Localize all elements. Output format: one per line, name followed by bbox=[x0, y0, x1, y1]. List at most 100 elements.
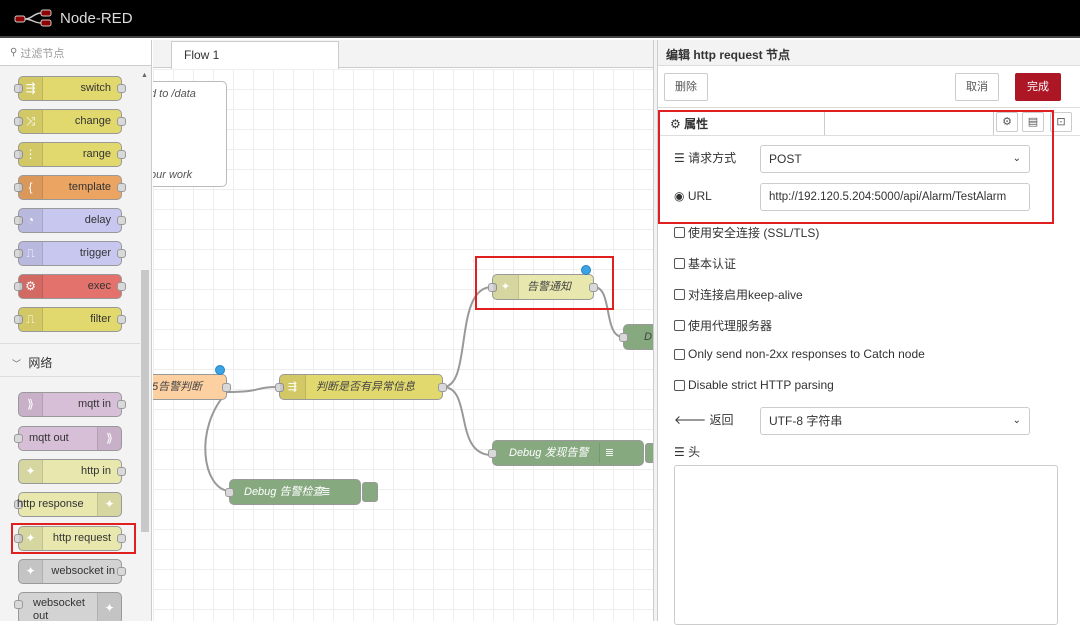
palette-node-websocket-out[interactable]: websocket out ✦ bbox=[14, 592, 122, 621]
template-icon: { bbox=[19, 176, 43, 199]
return-row: 🡐 返回 UTF-8 字符串 ⌄ bbox=[674, 407, 1054, 435]
output-port bbox=[117, 282, 126, 291]
method-label-text: 请求方式 bbox=[688, 151, 737, 165]
delay-icon: ◔ bbox=[19, 209, 43, 232]
palette-scrollbar[interactable]: ▲ bbox=[140, 70, 149, 618]
tab-label: 属性 bbox=[684, 117, 709, 131]
keepalive-checkbox[interactable]: 对连接启用keep-alive bbox=[674, 286, 803, 303]
output-port bbox=[117, 183, 126, 192]
changed-indicator bbox=[581, 265, 591, 275]
flow-canvas[interactable]: d to /data our work ✦ 告警通知 D 5告警判断 ⇶ 判断是… bbox=[153, 69, 653, 621]
return-label: 🡐 返回 bbox=[674, 407, 734, 433]
websocket-icon: ✦ bbox=[19, 560, 43, 583]
debug-toggle-button[interactable] bbox=[645, 443, 653, 463]
palette-node-range[interactable]: ⋮ range bbox=[14, 142, 126, 167]
palette-node-mqtt-in[interactable]: ⟫ mqtt in bbox=[18, 392, 126, 417]
palette-node-label: filter bbox=[90, 313, 111, 325]
flow-node-debug-partial[interactable]: D bbox=[619, 324, 653, 350]
headers-list[interactable] bbox=[674, 465, 1058, 625]
workspace-tabs: Flow 1 bbox=[153, 40, 653, 69]
url-label-text: URL bbox=[687, 189, 712, 203]
debug-list-icon: ≣ bbox=[321, 486, 331, 498]
palette-search[interactable]: ⚲ 过滤节点 bbox=[0, 40, 151, 66]
palette-node-template[interactable]: { template bbox=[14, 175, 126, 200]
checkbox-label: 对连接启用keep-alive bbox=[688, 288, 803, 302]
palette-node-exec[interactable]: ⚙ exec bbox=[14, 274, 126, 299]
checkbox-box[interactable] bbox=[674, 348, 685, 360]
checkbox-label: 使用安全连接 (SSL/TLS) bbox=[688, 226, 820, 240]
checkbox-box[interactable] bbox=[674, 227, 685, 238]
method-label: ☰ 请求方式 bbox=[674, 145, 736, 171]
properties-tab-bar: ⚙ 属性 ⚙ ▤ ⊡ bbox=[658, 108, 1080, 136]
changed-indicator bbox=[215, 365, 225, 375]
input-port bbox=[619, 333, 628, 342]
tab-flow-1[interactable]: Flow 1 bbox=[171, 41, 339, 69]
headers-label-text: 头 bbox=[688, 445, 701, 459]
palette-search-input[interactable]: 过滤节点 bbox=[20, 45, 64, 61]
tab-properties[interactable]: ⚙ 属性 bbox=[664, 108, 824, 136]
palette-node-label: http in bbox=[81, 465, 111, 477]
node-edit-dialog: 编辑 http request 节点 删除 取消 完成 ⚙ 属性 ⚙ ▤ ⊡ ☰… bbox=[658, 40, 1080, 625]
globe-icon: ✦ bbox=[19, 527, 43, 550]
wire bbox=[442, 286, 493, 388]
palette-category-network[interactable]: ﹀ 网络 bbox=[0, 343, 140, 377]
palette-node-http-response[interactable]: http response ✦ bbox=[14, 492, 122, 517]
palette-node-http-request[interactable]: ✦ http request bbox=[14, 526, 126, 551]
palette-node-mqtt-out[interactable]: mqtt out ⟫ bbox=[14, 426, 122, 451]
wires bbox=[204, 286, 624, 492]
scrollbar-thumb[interactable] bbox=[141, 270, 149, 532]
checkbox-label: 基本认证 bbox=[688, 257, 737, 271]
ssl-checkbox[interactable]: 使用安全连接 (SSL/TLS) bbox=[674, 224, 819, 241]
proxy-checkbox[interactable]: 使用代理服务器 bbox=[674, 317, 772, 334]
checkbox-box[interactable] bbox=[674, 258, 685, 269]
settings-gear-icon[interactable]: ⚙ bbox=[996, 112, 1018, 132]
palette-node-label: change bbox=[74, 115, 111, 127]
debug-toggle-button[interactable] bbox=[362, 482, 378, 502]
dialog-title: 编辑 http request 节点 bbox=[658, 40, 1080, 66]
category-label: 网络 bbox=[28, 356, 53, 370]
palette-node-change[interactable]: ⤨ change bbox=[14, 109, 126, 134]
basic-auth-checkbox[interactable]: 基本认证 bbox=[674, 255, 736, 272]
flow-node-switch[interactable]: ⇶ 判断是否有异常信息 bbox=[275, 374, 447, 400]
flow-node-debug-found[interactable]: Debug 发现告警 ≣ bbox=[488, 440, 653, 466]
output-port bbox=[117, 150, 126, 159]
flow-node-label: Debug 告警检查 bbox=[244, 486, 324, 498]
non2xx-checkbox[interactable]: Only send non-2xx responses to Catch nod… bbox=[674, 347, 925, 361]
scroll-up-icon[interactable]: ▲ bbox=[141, 72, 148, 79]
return-select[interactable]: UTF-8 字符串 ⌄ bbox=[760, 407, 1030, 435]
cancel-button[interactable]: 取消 bbox=[955, 73, 999, 101]
output-port bbox=[117, 249, 126, 258]
palette-node-filter[interactable]: ⎍ filter bbox=[14, 307, 126, 332]
output-port bbox=[589, 283, 598, 292]
checkbox-box[interactable] bbox=[674, 379, 685, 391]
palette-node-label: exec bbox=[87, 280, 111, 292]
flow-node-debug-check[interactable]: Debug 告警检查 ≣ bbox=[225, 479, 378, 505]
checkbox-box[interactable] bbox=[674, 289, 685, 300]
palette-node-label: mqtt in bbox=[77, 398, 111, 410]
output-port bbox=[117, 117, 126, 126]
comment-node[interactable]: d to /data our work bbox=[153, 81, 227, 187]
palette-node-trigger[interactable]: ⎍ trigger bbox=[14, 241, 126, 266]
palette-node-delay[interactable]: ◔ delay bbox=[14, 208, 126, 233]
strict-parsing-checkbox[interactable]: Disable strict HTTP parsing bbox=[674, 378, 834, 392]
flow-node-alarm-notify[interactable]: ✦ 告警通知 bbox=[488, 274, 598, 300]
checkbox-box[interactable] bbox=[674, 320, 685, 331]
appearance-icon[interactable]: ⊡ bbox=[1050, 112, 1072, 132]
done-button[interactable]: 完成 bbox=[1015, 73, 1061, 101]
description-icon[interactable]: ▤ bbox=[1022, 112, 1044, 132]
palette-node-switch[interactable]: ⇶ switch bbox=[14, 76, 126, 101]
palette-node-http-in[interactable]: ✦ http in bbox=[18, 459, 126, 484]
palette-node-label: delay bbox=[84, 214, 111, 226]
gear-icon: ⚙ bbox=[19, 275, 43, 298]
flow-node-alarm-check[interactable]: 5告警判断 bbox=[153, 374, 231, 400]
gear-icon: ⚙ bbox=[670, 117, 681, 131]
output-port bbox=[117, 84, 126, 93]
switch-icon: ⇶ bbox=[280, 375, 306, 399]
url-input[interactable]: http://192.120.5.204:5000/api/Alarm/Test… bbox=[760, 183, 1030, 211]
delete-button[interactable]: 删除 bbox=[664, 73, 708, 101]
palette-node-websocket-in[interactable]: ✦ websocket in bbox=[18, 559, 126, 584]
comment-text: our work bbox=[153, 169, 193, 181]
method-select[interactable]: POST ⌄ bbox=[760, 145, 1030, 173]
method-value: POST bbox=[769, 152, 802, 166]
palette-node-label: http response bbox=[17, 498, 84, 510]
